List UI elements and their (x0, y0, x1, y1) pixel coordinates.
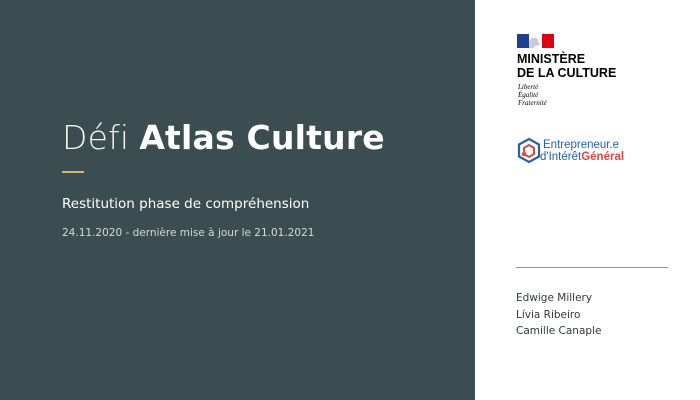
ministry-name-line1: MINISTÈRE (517, 52, 586, 66)
motto-egalite: Égalité (518, 91, 539, 99)
eig-logo-line2: d'IntérêtGénéral (540, 151, 624, 163)
accent-divider (62, 171, 84, 173)
motto-liberte: Liberté (518, 83, 539, 91)
marianne-flag-icon (517, 34, 554, 48)
ministry-name-line2: DE LA CULTURE (517, 66, 617, 80)
eig-logo-line1: Entrepreneur.e (543, 139, 620, 151)
eig-hexagon-icon (517, 137, 541, 164)
author-name: Camille Canaple (516, 325, 602, 337)
slide-title-light: Défi (62, 118, 130, 157)
slide-dateline: 24.11.2020 - dernière mise à jour le 21.… (62, 227, 315, 239)
motto-fraternite: Fraternité (518, 99, 547, 107)
title-panel: Défi Atlas Culture Restitution phase de c… (0, 0, 475, 400)
slide-title-bold: Atlas Culture (139, 118, 385, 157)
ministry-logo-text: MINISTÈRE DE LA CULTURE (517, 52, 616, 80)
eig-logo-general: Général (581, 151, 625, 163)
authors-divider (516, 267, 668, 268)
slide-title: Défi Atlas Culture (62, 118, 385, 157)
eig-logo-interet: d'Intérêt (540, 151, 582, 163)
author-name: Edwige Millery (516, 292, 593, 304)
author-name: Lívia Ribeiro (516, 308, 581, 321)
title-slide: Défi Atlas Culture Restitution phase de c… (0, 0, 700, 400)
authors-list: Edwige Millery Lívia Ribeiro Camille Can… (516, 290, 601, 340)
republic-motto: Liberté Égalité Fraternité (518, 83, 547, 107)
slide-subtitle: Restitution phase de compréhension (62, 196, 310, 212)
